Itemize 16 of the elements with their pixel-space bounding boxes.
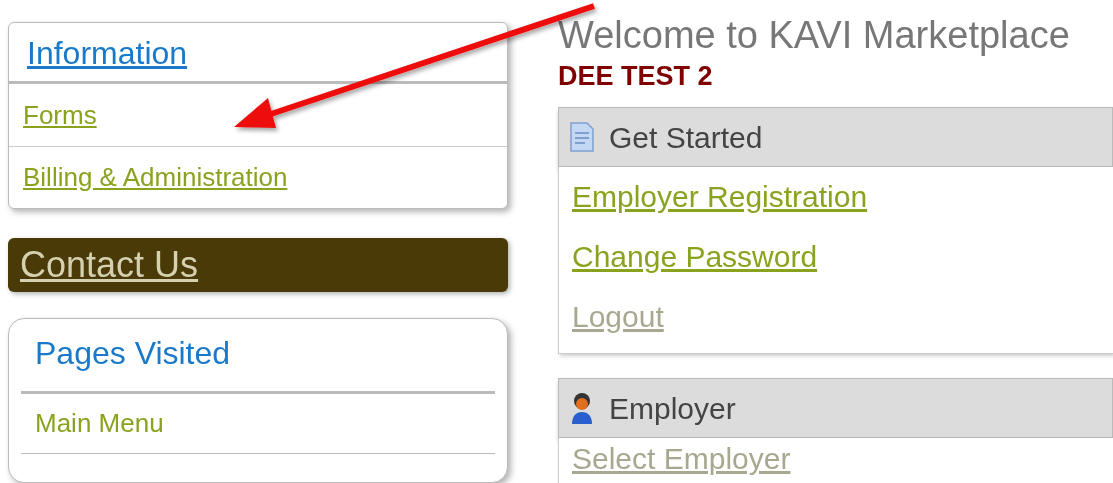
welcome-heading: Welcome to KAVI Marketplace: [558, 13, 1071, 58]
contact-us-button[interactable]: Contact Us: [8, 238, 508, 292]
panel-title: Pages Visited: [35, 335, 231, 371]
panel-link[interactable]: Logout: [572, 300, 664, 335]
sidebar-link[interactable]: Billing & Administration: [23, 158, 288, 197]
document-icon: [569, 121, 595, 154]
panel-link[interactable]: Employer Registration: [572, 180, 868, 215]
panel-title: Get Started: [609, 119, 763, 156]
panel-title-link[interactable]: Information: [27, 35, 188, 71]
account-name: DEE TEST 2: [558, 59, 714, 93]
sidebar-link[interactable]: Forms: [23, 95, 97, 135]
visited-page-link[interactable]: Main Menu: [35, 404, 164, 443]
person-icon: [569, 391, 595, 426]
panel-title: Employer: [609, 390, 736, 427]
panel-link[interactable]: Select Employer: [572, 442, 791, 477]
panel-link[interactable]: Change Password: [572, 240, 818, 275]
